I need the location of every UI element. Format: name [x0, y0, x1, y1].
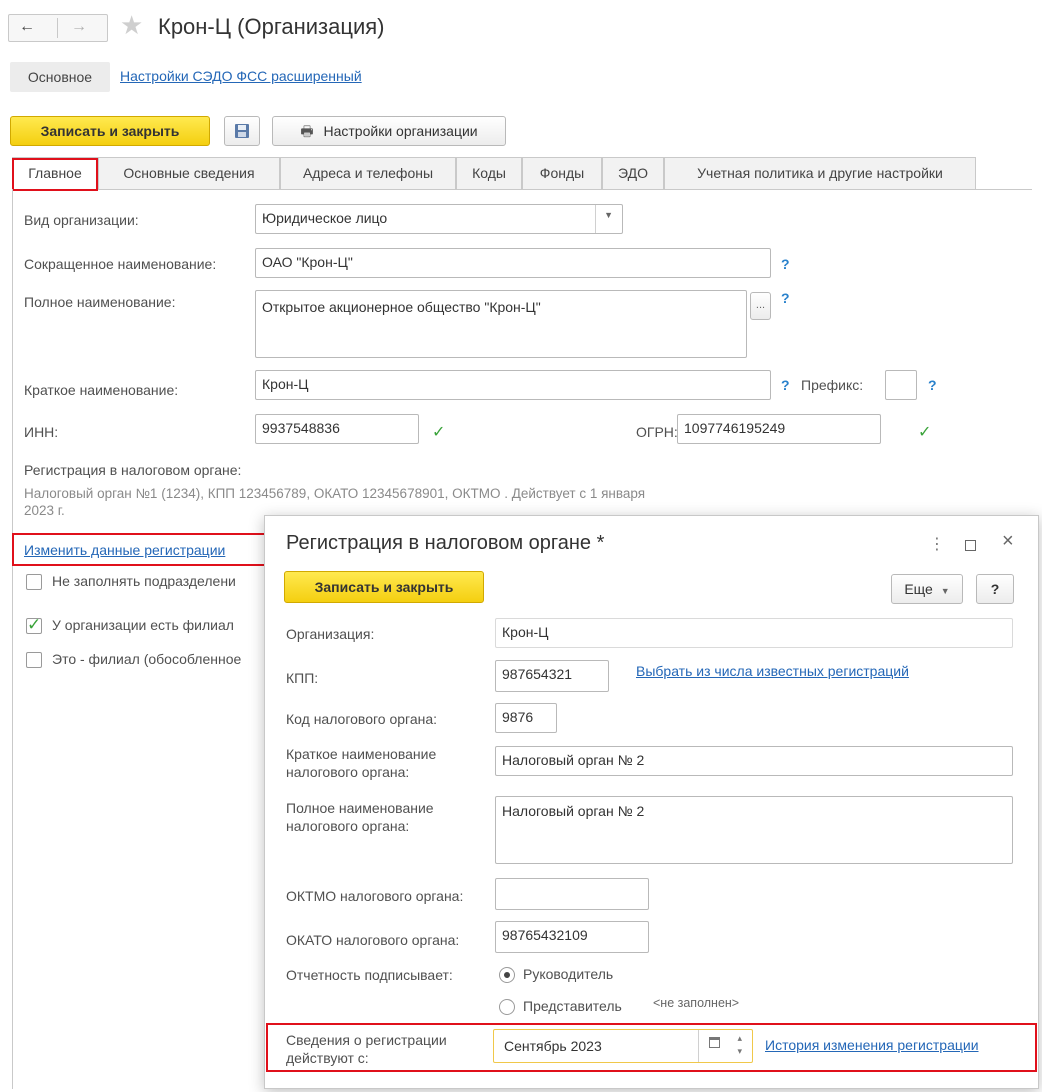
- valid-check-icon: ✓: [918, 424, 932, 441]
- tab-basic-info[interactable]: Основные сведения: [98, 157, 280, 189]
- tabs-baseline: [98, 189, 1032, 190]
- highlight-tab-main: [12, 158, 98, 191]
- org-field[interactable]: Крон-Ц: [495, 618, 1013, 648]
- kpp-known-registrations-link[interactable]: Выбрать из числа известных регистраций: [636, 663, 909, 679]
- kpp-label: КПП:: [286, 670, 319, 686]
- full-name-edit-button[interactable]: ...: [750, 292, 771, 320]
- brief-name-label: Краткое наименование:: [24, 382, 179, 398]
- maximize-icon[interactable]: [965, 540, 976, 551]
- full-tax-name-label-1: Полное наименование: [286, 800, 434, 816]
- chevron-down-icon: ▼: [940, 586, 950, 596]
- full-name-field[interactable]: Открытое акционерное общество "Крон-Ц": [255, 290, 747, 358]
- kind-select[interactable]: Юридическое лицо ▼: [255, 204, 623, 234]
- forward-arrow-icon[interactable]: →: [71, 18, 87, 36]
- floppy-disk-icon: [235, 124, 249, 138]
- valid-check-icon: ✓: [432, 424, 446, 441]
- org-label: Организация:: [286, 626, 375, 642]
- short-name-field[interactable]: ОАО "Крон-Ц": [255, 248, 771, 278]
- back-arrow-icon[interactable]: ←: [19, 18, 35, 36]
- kpp-field[interactable]: 987654321: [495, 660, 609, 692]
- dropdown-arrow-icon[interactable]: ▼: [604, 210, 613, 220]
- no-fill-checkbox[interactable]: [26, 574, 42, 590]
- is-branch-checkbox[interactable]: [26, 652, 42, 668]
- tab-funds[interactable]: Фонды: [522, 157, 602, 189]
- highlight-valid-from: [266, 1023, 1037, 1072]
- inn-label: ИНН:: [24, 424, 59, 440]
- help-icon[interactable]: ?: [781, 256, 790, 272]
- brief-tax-name-label-1: Краткое наименование: [286, 746, 437, 762]
- more-button[interactable]: Еще ▼: [891, 574, 963, 604]
- okato-field[interactable]: 98765432109: [495, 921, 649, 953]
- full-tax-name-label-2: налогового органа:: [286, 818, 410, 834]
- window-title: Крон-Ц (Организация): [158, 14, 385, 39]
- okato-label: ОКАТО налогового органа:: [286, 932, 460, 948]
- has-branches-checkbox[interactable]: ✓: [26, 615, 42, 634]
- tab-codes[interactable]: Коды: [456, 157, 522, 189]
- help-icon[interactable]: ?: [928, 377, 937, 393]
- tab-edo[interactable]: ЭДО: [602, 157, 664, 189]
- reg-label: Регистрация в налоговом органе:: [24, 462, 242, 478]
- signer-head-label: Руководитель: [523, 966, 614, 982]
- nav-buttons: ← →: [8, 14, 108, 42]
- tab-addresses[interactable]: Адреса и телефоны: [280, 157, 456, 189]
- representative-empty-value[interactable]: <не заполнен>: [653, 996, 739, 1010]
- full-name-label: Полное наименование:: [24, 294, 176, 310]
- is-branch-label: Это - филиал (обособленное: [52, 651, 242, 667]
- dialog-save-close-button[interactable]: Записать и закрыть: [284, 571, 484, 603]
- highlight-change-reg: [12, 533, 267, 566]
- reg-info-line1: Налоговый орган №1 (1234), КПП 123456789…: [24, 486, 646, 501]
- favorite-star-icon[interactable]: ★: [120, 10, 143, 41]
- oktmo-field[interactable]: [495, 878, 649, 910]
- nav-tab-main[interactable]: Основное: [10, 62, 110, 92]
- signer-representative-label: Представитель: [523, 998, 622, 1014]
- reg-info-line2: 2023 г.: [24, 503, 65, 518]
- tax-code-label: Код налогового органа:: [286, 711, 438, 727]
- brief-tax-name-label-2: налогового органа:: [286, 764, 410, 780]
- checkmark-icon: ✓: [27, 615, 42, 634]
- help-button[interactable]: ?: [976, 574, 1014, 604]
- oktmo-label: ОКТМО налогового органа:: [286, 888, 464, 904]
- close-icon[interactable]: ×: [1002, 530, 1014, 553]
- signer-head-radio[interactable]: [499, 967, 515, 983]
- kind-label: Вид организации:: [24, 212, 139, 228]
- ogrn-field[interactable]: 1097746195249: [677, 414, 881, 444]
- content-left-border: [12, 189, 13, 1089]
- short-name-label: Сокращенное наименование:: [24, 256, 217, 272]
- has-branches-label: У организации есть филиал: [52, 617, 234, 633]
- ogrn-label: ОГРН:: [636, 424, 678, 440]
- help-icon[interactable]: ?: [781, 377, 790, 393]
- signer-representative-radio[interactable]: [499, 999, 515, 1015]
- brief-tax-name-field[interactable]: Налоговый орган № 2: [495, 746, 1013, 776]
- save-button[interactable]: [224, 116, 260, 146]
- full-tax-name-field[interactable]: Налоговый орган № 2: [495, 796, 1013, 864]
- help-icon[interactable]: ?: [781, 290, 790, 306]
- prefix-label: Префикс:: [801, 377, 864, 393]
- signer-label: Отчетность подписывает:: [286, 967, 453, 983]
- printer-icon: 🖶: [300, 123, 314, 139]
- brief-name-field[interactable]: Крон-Ц: [255, 370, 771, 400]
- tax-registration-dialog: Регистрация в налоговом органе * ⋮ × Зап…: [264, 515, 1039, 1089]
- inn-field[interactable]: 9937548836: [255, 414, 419, 444]
- dialog-title: Регистрация в налоговом органе *: [286, 532, 605, 554]
- save-close-button[interactable]: Записать и закрыть: [10, 116, 210, 146]
- no-fill-label: Не заполнять подразделени: [52, 573, 236, 589]
- nav-tab-sedo-link[interactable]: Настройки СЭДО ФСС расширенный: [120, 68, 362, 84]
- tab-accounting-policy[interactable]: Учетная политика и другие настройки: [664, 157, 976, 189]
- prefix-field[interactable]: [885, 370, 917, 400]
- tax-code-field[interactable]: 9876: [495, 703, 557, 733]
- org-settings-button[interactable]: 🖶 Настройки организации: [272, 116, 506, 146]
- more-options-icon[interactable]: ⋮: [929, 534, 945, 554]
